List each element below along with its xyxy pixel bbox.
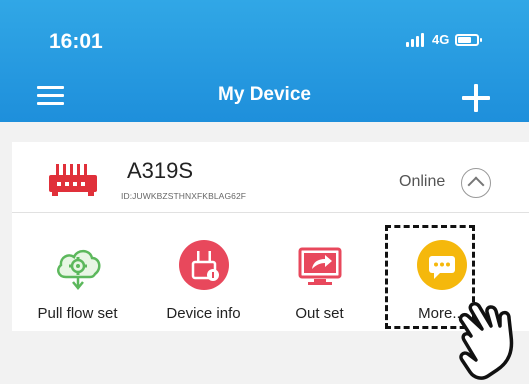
- add-device-icon[interactable]: [462, 84, 490, 112]
- router-icon: [49, 164, 97, 196]
- signal-icon: [406, 32, 426, 47]
- action-label: Out set: [295, 305, 344, 322]
- battery-icon: [455, 33, 483, 46]
- collapse-chevron-up-icon[interactable]: [461, 168, 491, 198]
- device-info-button[interactable]: Device info: [146, 213, 261, 331]
- device-status: Online: [399, 173, 446, 190]
- pointing-hand-icon: [458, 302, 514, 380]
- pull-flow-set-button[interactable]: Pull flow set: [20, 213, 135, 331]
- out-set-button[interactable]: Out set: [262, 213, 377, 331]
- device-id: ID:JUWKBZSTHNXFKBLAG62F: [121, 191, 247, 201]
- device-card[interactable]: A319S ID:JUWKBZSTHNXFKBLAG62F Online: [12, 142, 529, 213]
- page-title: My Device: [218, 84, 311, 105]
- status-indicators: 4G: [406, 32, 483, 47]
- status-time: 16:01: [49, 30, 103, 53]
- action-label: Device info: [166, 305, 241, 322]
- network-label: 4G: [432, 32, 450, 47]
- action-label: Pull flow set: [37, 305, 118, 322]
- router-info-icon: [178, 240, 229, 290]
- app-header: 16:01 4G My Device: [0, 0, 529, 122]
- device-name: A319S: [127, 158, 194, 183]
- screen-share-icon: [298, 247, 341, 285]
- cloud-gear-icon: [56, 249, 100, 290]
- app-screen: 16:01 4G My Device A319S ID:JUWKBZSTHNXF…: [0, 0, 529, 384]
